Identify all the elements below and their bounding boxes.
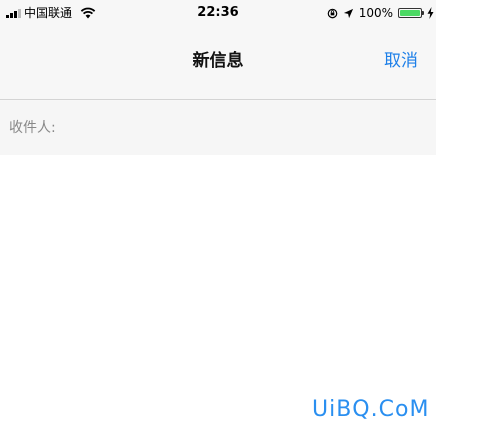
location-arrow-icon bbox=[343, 8, 353, 18]
status-bar: 中国联通 22:36 100% bbox=[0, 0, 436, 26]
battery-icon bbox=[398, 8, 424, 18]
battery-fill bbox=[400, 10, 420, 16]
recipient-row[interactable]: 收件人: bbox=[0, 101, 436, 155]
page-title: 新信息 bbox=[192, 51, 244, 71]
navigation-bar: 新信息 取消 bbox=[0, 26, 436, 100]
rotation-lock-icon bbox=[327, 8, 337, 18]
messages-screen: 中国联通 22:36 100% 新信息 取消 收件人: bbox=[0, 0, 436, 155]
watermark-text: UiBQ.CoM bbox=[312, 397, 430, 422]
recipient-label: 收件人: bbox=[9, 120, 56, 136]
recipient-input[interactable] bbox=[72, 113, 426, 141]
cancel-button[interactable]: 取消 bbox=[384, 46, 418, 71]
battery-percent: 100% bbox=[358, 6, 393, 20]
charging-bolt-icon bbox=[427, 7, 434, 19]
status-right: 100% bbox=[327, 0, 434, 26]
